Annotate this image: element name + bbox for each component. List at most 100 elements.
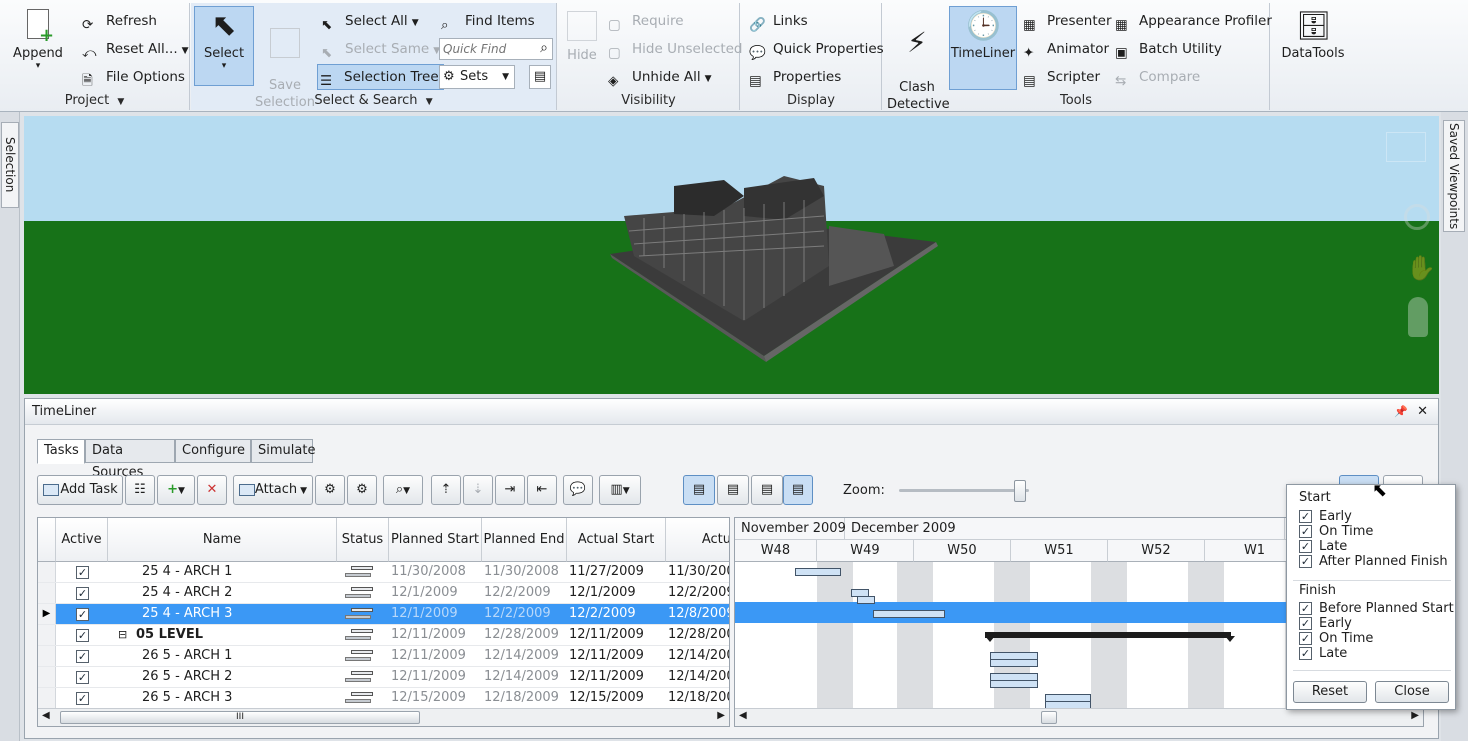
actual-start-cell[interactable]: 12/11/2009 [567,646,665,666]
planned-start-cell[interactable]: 12/11/2009 [389,667,481,687]
zoom-slider-track[interactable] [899,489,1029,492]
saved-viewpoints-side-tab[interactable]: Saved Viewpoints [1443,120,1465,232]
pin-icon[interactable]: 📌 [1394,399,1408,425]
column-actual-start[interactable]: Actual Start [567,518,666,562]
appearance-profiler-button[interactable]: ▦ Appearance Profiler [1113,9,1272,33]
require-button[interactable]: ▢ Require [606,9,684,33]
select-same-button[interactable]: ⬉ Select Same ▼ [319,37,440,61]
close-icon[interactable]: ✕ [1417,399,1428,425]
gantt-view-planned-button[interactable]: ▤ [717,475,749,505]
project-panel-label[interactable]: Project ▼ [0,93,189,108]
table-row[interactable]: ✓ 26 5 - ARCH 3 12/15/2009 12/18/2009 12/15/… [38,688,729,709]
scripter-button[interactable]: ▤ Scripter [1021,65,1100,89]
status-filter-option[interactable]: ✓ Late [1299,539,1347,554]
add-task-button[interactable]: Add Task [37,475,123,505]
planned-end-cell[interactable]: 12/2/2009 [482,583,566,603]
unhide-all-button[interactable]: ◈ Unhide All ▼ [606,65,712,89]
row-selector[interactable] [38,667,56,687]
sets-dropdown[interactable]: ⚙ Sets ▼ [439,65,515,89]
planned-end-cell[interactable]: 12/28/2009 [482,625,566,645]
quick-find-input[interactable] [440,39,528,59]
quick-properties-button[interactable]: 💬 Quick Properties [747,37,884,61]
column-active[interactable]: Active [56,518,108,562]
gantt-task-bar[interactable] [990,680,1038,688]
status-filter-option[interactable]: ✓ After Planned Finish [1299,554,1448,569]
actual-end-cell[interactable]: 12/8/2009 [666,604,729,624]
gantt-task-bar[interactable] [873,610,945,618]
checkbox[interactable]: ✓ [1299,647,1312,660]
active-checkbox[interactable]: ✓ [76,671,89,684]
actual-end-cell[interactable]: 12/14/2009 [666,646,729,666]
checkbox[interactable]: ✓ [1299,555,1312,568]
grid-horizontal-scrollbar[interactable]: ◀ III ▶ [38,708,729,726]
row-selector[interactable]: ▶ [38,604,56,624]
walk-icon[interactable] [1408,297,1428,337]
outdent-button[interactable]: ⇤ [527,475,557,505]
actual-end-cell[interactable]: 11/30/2009 [666,562,729,582]
planned-start-cell[interactable]: 12/1/2009 [389,604,481,624]
status-filter-option[interactable]: ✓ On Time [1299,631,1373,646]
actual-end-cell[interactable]: 12/28/2009 [666,625,729,645]
actual-start-cell[interactable]: 12/15/2009 [567,688,665,708]
planned-start-cell[interactable]: 12/11/2009 [389,625,481,645]
table-row[interactable]: ✓ 25 4 - ARCH 1 11/30/2008 11/30/2008 11/27/… [38,562,729,583]
gantt-view-toggle-button[interactable]: ▤ [783,475,813,505]
checkbox[interactable]: ✓ [1299,525,1312,538]
selection-tree-button[interactable]: ☰ Selection Tree [317,64,444,90]
properties-button[interactable]: ▤ Properties [747,65,841,89]
active-checkbox[interactable]: ✓ [76,566,89,579]
datatools-button[interactable]: 🗄 DataTools [1278,7,1348,62]
actual-start-cell[interactable]: 12/11/2009 [567,625,665,645]
pan-hand-icon[interactable]: ✋ [1406,254,1436,282]
actual-start-cell[interactable]: 12/11/2009 [567,667,665,687]
compare-button[interactable]: ⇆ Compare [1113,65,1200,89]
table-row[interactable]: ✓ 26 5 - ARCH 1 12/11/2009 12/14/2009 12/11/… [38,646,729,667]
tab-simulate[interactable]: Simulate [251,439,315,463]
column-status[interactable]: Status [337,518,389,562]
batch-utility-button[interactable]: ▣ Batch Utility [1113,37,1222,61]
move-down-button[interactable]: ⇣ [463,475,493,505]
task-name[interactable]: 05 LEVEL [136,625,316,645]
status-filter-option[interactable]: ✓ Early [1299,509,1352,524]
gantt-task-bar[interactable] [857,596,875,604]
actual-start-cell[interactable]: 11/27/2009 [567,562,665,582]
actual-end-cell[interactable]: 12/18/2009 [666,688,729,708]
active-checkbox[interactable]: ✓ [76,692,89,705]
columns-button[interactable]: ▥▼ [599,475,641,505]
active-checkbox[interactable]: ✓ [76,608,89,621]
scroll-right-icon[interactable]: ▶ [1411,710,1419,721]
viewcube-icon[interactable] [1386,132,1426,162]
actual-start-cell[interactable]: 12/1/2009 [567,583,665,603]
insert-task-button[interactable]: +▼ [157,475,195,505]
planned-start-cell[interactable]: 12/11/2009 [389,646,481,666]
planned-end-cell[interactable]: 11/30/2008 [482,562,566,582]
gantt-scroll-thumb[interactable] [1041,711,1057,724]
planned-start-cell[interactable]: 12/1/2009 [389,583,481,603]
hide-unselected-button[interactable]: ▢ Hide Unselected [606,37,743,61]
status-filter-option[interactable]: ✓ Before Planned Start [1299,601,1454,616]
active-checkbox[interactable]: ✓ [76,629,89,642]
planned-end-cell[interactable]: 12/14/2009 [482,646,566,666]
task-name[interactable]: 26 5 - ARCH 3 [142,688,322,708]
gantt-task-bar[interactable] [990,659,1038,667]
reset-all-button[interactable]: ⤺ Reset All... ▼ [80,37,189,61]
scroll-right-icon[interactable]: ▶ [717,710,725,721]
row-selector[interactable] [38,625,56,645]
planned-end-cell[interactable]: 12/2/2009 [482,604,566,624]
row-selector[interactable] [38,688,56,708]
gantt-view-actual-button[interactable]: ▤ [683,475,715,505]
planned-end-cell[interactable]: 12/18/2009 [482,688,566,708]
tab-data-sources[interactable]: Data Sources [85,439,175,480]
close-button[interactable]: Close [1375,681,1449,703]
presenter-button[interactable]: ▦ Presenter [1021,9,1112,33]
refresh-button[interactable]: ⟳ Refresh [80,9,157,33]
reset-button[interactable]: Reset [1293,681,1367,703]
column-planned-start[interactable]: Planned Start [389,518,482,562]
planned-start-cell[interactable]: 12/15/2009 [389,688,481,708]
move-up-button[interactable]: ⇡ [431,475,461,505]
grid-scroll-thumb[interactable]: III [60,711,420,724]
task-name[interactable]: 25 4 - ARCH 1 [142,562,322,582]
scene-viewport[interactable]: ✋ [24,116,1439,394]
search-icon[interactable]: ⌕ [540,40,548,56]
status-filter-option[interactable]: ✓ Early [1299,616,1352,631]
